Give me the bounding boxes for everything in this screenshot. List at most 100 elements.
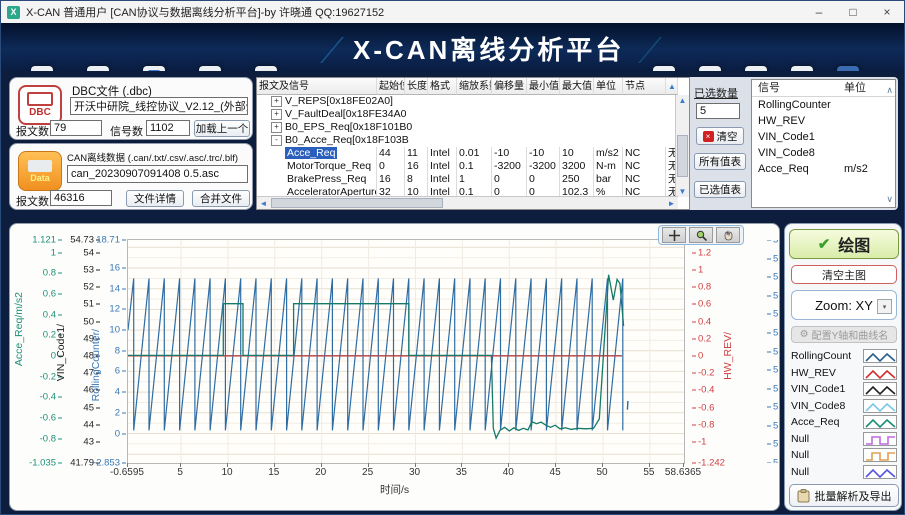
axis-tick-label: 5: [767, 384, 778, 393]
clear-main-plot-button[interactable]: 清空主图: [791, 265, 897, 284]
axis-tick-label: 8: [115, 346, 126, 355]
selected-count-input[interactable]: 5: [696, 103, 740, 119]
column-header[interactable]: ▲: [666, 78, 678, 95]
list-icon[interactable]: [699, 66, 721, 71]
zoom-tool-icon[interactable]: [689, 227, 713, 243]
list-scroll-down-icon[interactable]: ∨: [886, 194, 893, 205]
pan-hand-icon[interactable]: [716, 227, 740, 243]
selected-signal-list[interactable]: 信号 单位 ∧ RollingCounterHW_REVVIN_Code1VIN…: [751, 79, 896, 208]
legend-item[interactable]: VIN_Code8: [791, 398, 897, 415]
selected-signal-item[interactable]: HW_REV: [752, 113, 895, 129]
draw-button[interactable]: ✔ 绘图: [789, 229, 899, 259]
maximize-button[interactable]: □: [836, 1, 870, 23]
donate-icon[interactable]: ♥: [791, 66, 813, 71]
column-header[interactable]: 最大值: [560, 78, 594, 95]
scroll-right-icon[interactable]: ►: [665, 199, 678, 208]
axis-ticks-rollingcounter: 18.711614121086420-2.853: [102, 240, 126, 463]
signal-table-body: +V_REPS[0x18FE02A0]+V_FaultDeal[0x18FE34…: [257, 95, 689, 199]
flowchart-icon[interactable]: [31, 66, 53, 71]
axis-tick-label: -0.6: [40, 414, 62, 423]
selected-signal-item[interactable]: VIN_Code8: [752, 145, 895, 161]
zoom-mode-select[interactable]: Zoom: XY ▾: [791, 290, 897, 320]
can-data-icon[interactable]: Data: [18, 151, 62, 191]
legend-item[interactable]: Acce_Req: [791, 414, 897, 431]
column-header[interactable]: 节点: [623, 78, 666, 95]
batch-export-button[interactable]: 批量解析及导出: [789, 484, 899, 507]
horizontal-scrollbar[interactable]: ◄ ►: [257, 196, 678, 209]
column-header[interactable]: 格式: [428, 78, 457, 95]
axis-tick-label: 0.8: [692, 283, 711, 292]
signal-table[interactable]: 报文及信号起始位长度格式缩放系数偏移量最小值最大值单位节点▲ +V_REPS[0…: [256, 77, 690, 210]
clear-selection-button[interactable]: × 清空: [696, 127, 744, 145]
axis-tick-label: 53: [83, 265, 100, 274]
legend-item[interactable]: VIN_Code1: [791, 381, 897, 398]
column-header[interactable]: 单位: [594, 78, 623, 95]
axis-tick-label: 5: [767, 440, 778, 449]
scroll-thumb[interactable]: [271, 198, 443, 208]
expand-icon[interactable]: +: [271, 122, 282, 133]
column-header[interactable]: 缩放系数: [457, 78, 492, 95]
legend-item[interactable]: Null: [791, 431, 897, 448]
list-scroll-up-icon[interactable]: ∧: [886, 82, 893, 98]
helmet-icon[interactable]: [87, 66, 109, 71]
seven-zip-icon[interactable]: [255, 66, 277, 71]
heart-icon[interactable]: ♥: [653, 66, 675, 71]
dbc-file-input[interactable]: 开沃中研院_线控协议_V2.12_(外部受: [70, 97, 248, 115]
message-row[interactable]: -B0_Acce_Req[0x18F103B: [257, 134, 689, 147]
selected-signal-item[interactable]: Acce_Reqm/s2: [752, 161, 895, 177]
legend-item[interactable]: Null: [791, 447, 897, 464]
dbc-file-icon[interactable]: DBC: [18, 85, 62, 125]
scroll-down-icon[interactable]: ▼: [676, 187, 689, 196]
waveform-icon: [863, 366, 897, 380]
expand-icon[interactable]: +: [271, 96, 282, 107]
axis-label-rollingcounter: RollingCounter/: [90, 329, 102, 401]
file-details-button[interactable]: 文件详情: [126, 190, 184, 207]
vertical-scrollbar[interactable]: ▲ ▼: [675, 95, 689, 197]
scroll-left-icon[interactable]: ◄: [257, 199, 270, 208]
signal-row[interactable]: Acce_Req4411Intel0.01-10-1010m/s2NC无: [257, 147, 689, 160]
column-header[interactable]: 长度: [405, 78, 428, 95]
selected-signal-item[interactable]: RollingCounter: [752, 97, 895, 113]
column-header[interactable]: 起始位: [377, 78, 405, 95]
message-row[interactable]: +B0_EPS_Req[0x18F101B0: [257, 121, 689, 134]
plot-area[interactable]: [127, 239, 685, 464]
legend-item[interactable]: Null: [791, 464, 897, 481]
collapse-icon[interactable]: -: [271, 135, 282, 146]
selected-signal-item[interactable]: VIN_Code1: [752, 129, 895, 145]
axis-tick-label: 5: [767, 291, 778, 300]
plot-svg: [128, 240, 684, 463]
configure-axes-button[interactable]: ⚙ 配置Y轴和曲线名: [791, 326, 897, 343]
dropdown-icon[interactable]: ▾: [877, 299, 892, 314]
legend-item[interactable]: HW_REV: [791, 365, 897, 382]
legend-item[interactable]: RollingCount: [791, 348, 897, 365]
message-row[interactable]: +V_REPS[0x18FE02A0]: [257, 95, 689, 108]
scroll-up-icon[interactable]: ▲: [676, 96, 689, 105]
z-tool-icon[interactable]: Z: [199, 66, 221, 71]
scroll-thumb[interactable]: [677, 135, 688, 177]
load-previous-button[interactable]: 加载上一个: [194, 120, 250, 137]
axis-tick-label: 0.4: [43, 310, 62, 319]
selected-value-tables-button[interactable]: 已选值表: [694, 181, 746, 198]
column-header[interactable]: 报文及信号: [257, 78, 377, 95]
waveform-icon: [863, 432, 897, 446]
minimize-button[interactable]: –: [802, 1, 836, 23]
axis-tick-label: 51: [83, 300, 100, 309]
image-viewer-icon[interactable]: [143, 66, 165, 71]
info-icon[interactable]: i: [745, 66, 767, 71]
signal-zone: 报文及信号起始位长度格式缩放系数偏移量最小值最大值单位节点▲ +V_REPS[0…: [256, 77, 898, 210]
signal-row[interactable]: MotorTorque_Req016Intel0.1-3200-32003200…: [257, 160, 689, 173]
cursor-tool-icon[interactable]: [662, 227, 686, 243]
column-header[interactable]: 偏移量: [492, 78, 527, 95]
cloud-icon[interactable]: [837, 66, 859, 71]
axis-tick-label: 5: [767, 240, 778, 245]
batch-export-label: 批量解析及导出: [815, 488, 892, 504]
close-button[interactable]: ×: [870, 1, 904, 23]
column-header[interactable]: 最小值: [527, 78, 560, 95]
can-file-input[interactable]: can_20230907091408 0.5.asc: [67, 165, 248, 183]
message-row[interactable]: +V_FaultDeal[0x18FE34A0: [257, 108, 689, 121]
signal-row[interactable]: BrakePress_Req168Intel100250barNC无: [257, 173, 689, 186]
expand-icon[interactable]: +: [271, 109, 282, 120]
selected-list-body: RollingCounterHW_REVVIN_Code1VIN_Code8Ac…: [752, 97, 895, 177]
all-value-tables-button[interactable]: 所有值表: [694, 153, 746, 170]
merge-files-button[interactable]: 合并文件: [192, 190, 250, 207]
